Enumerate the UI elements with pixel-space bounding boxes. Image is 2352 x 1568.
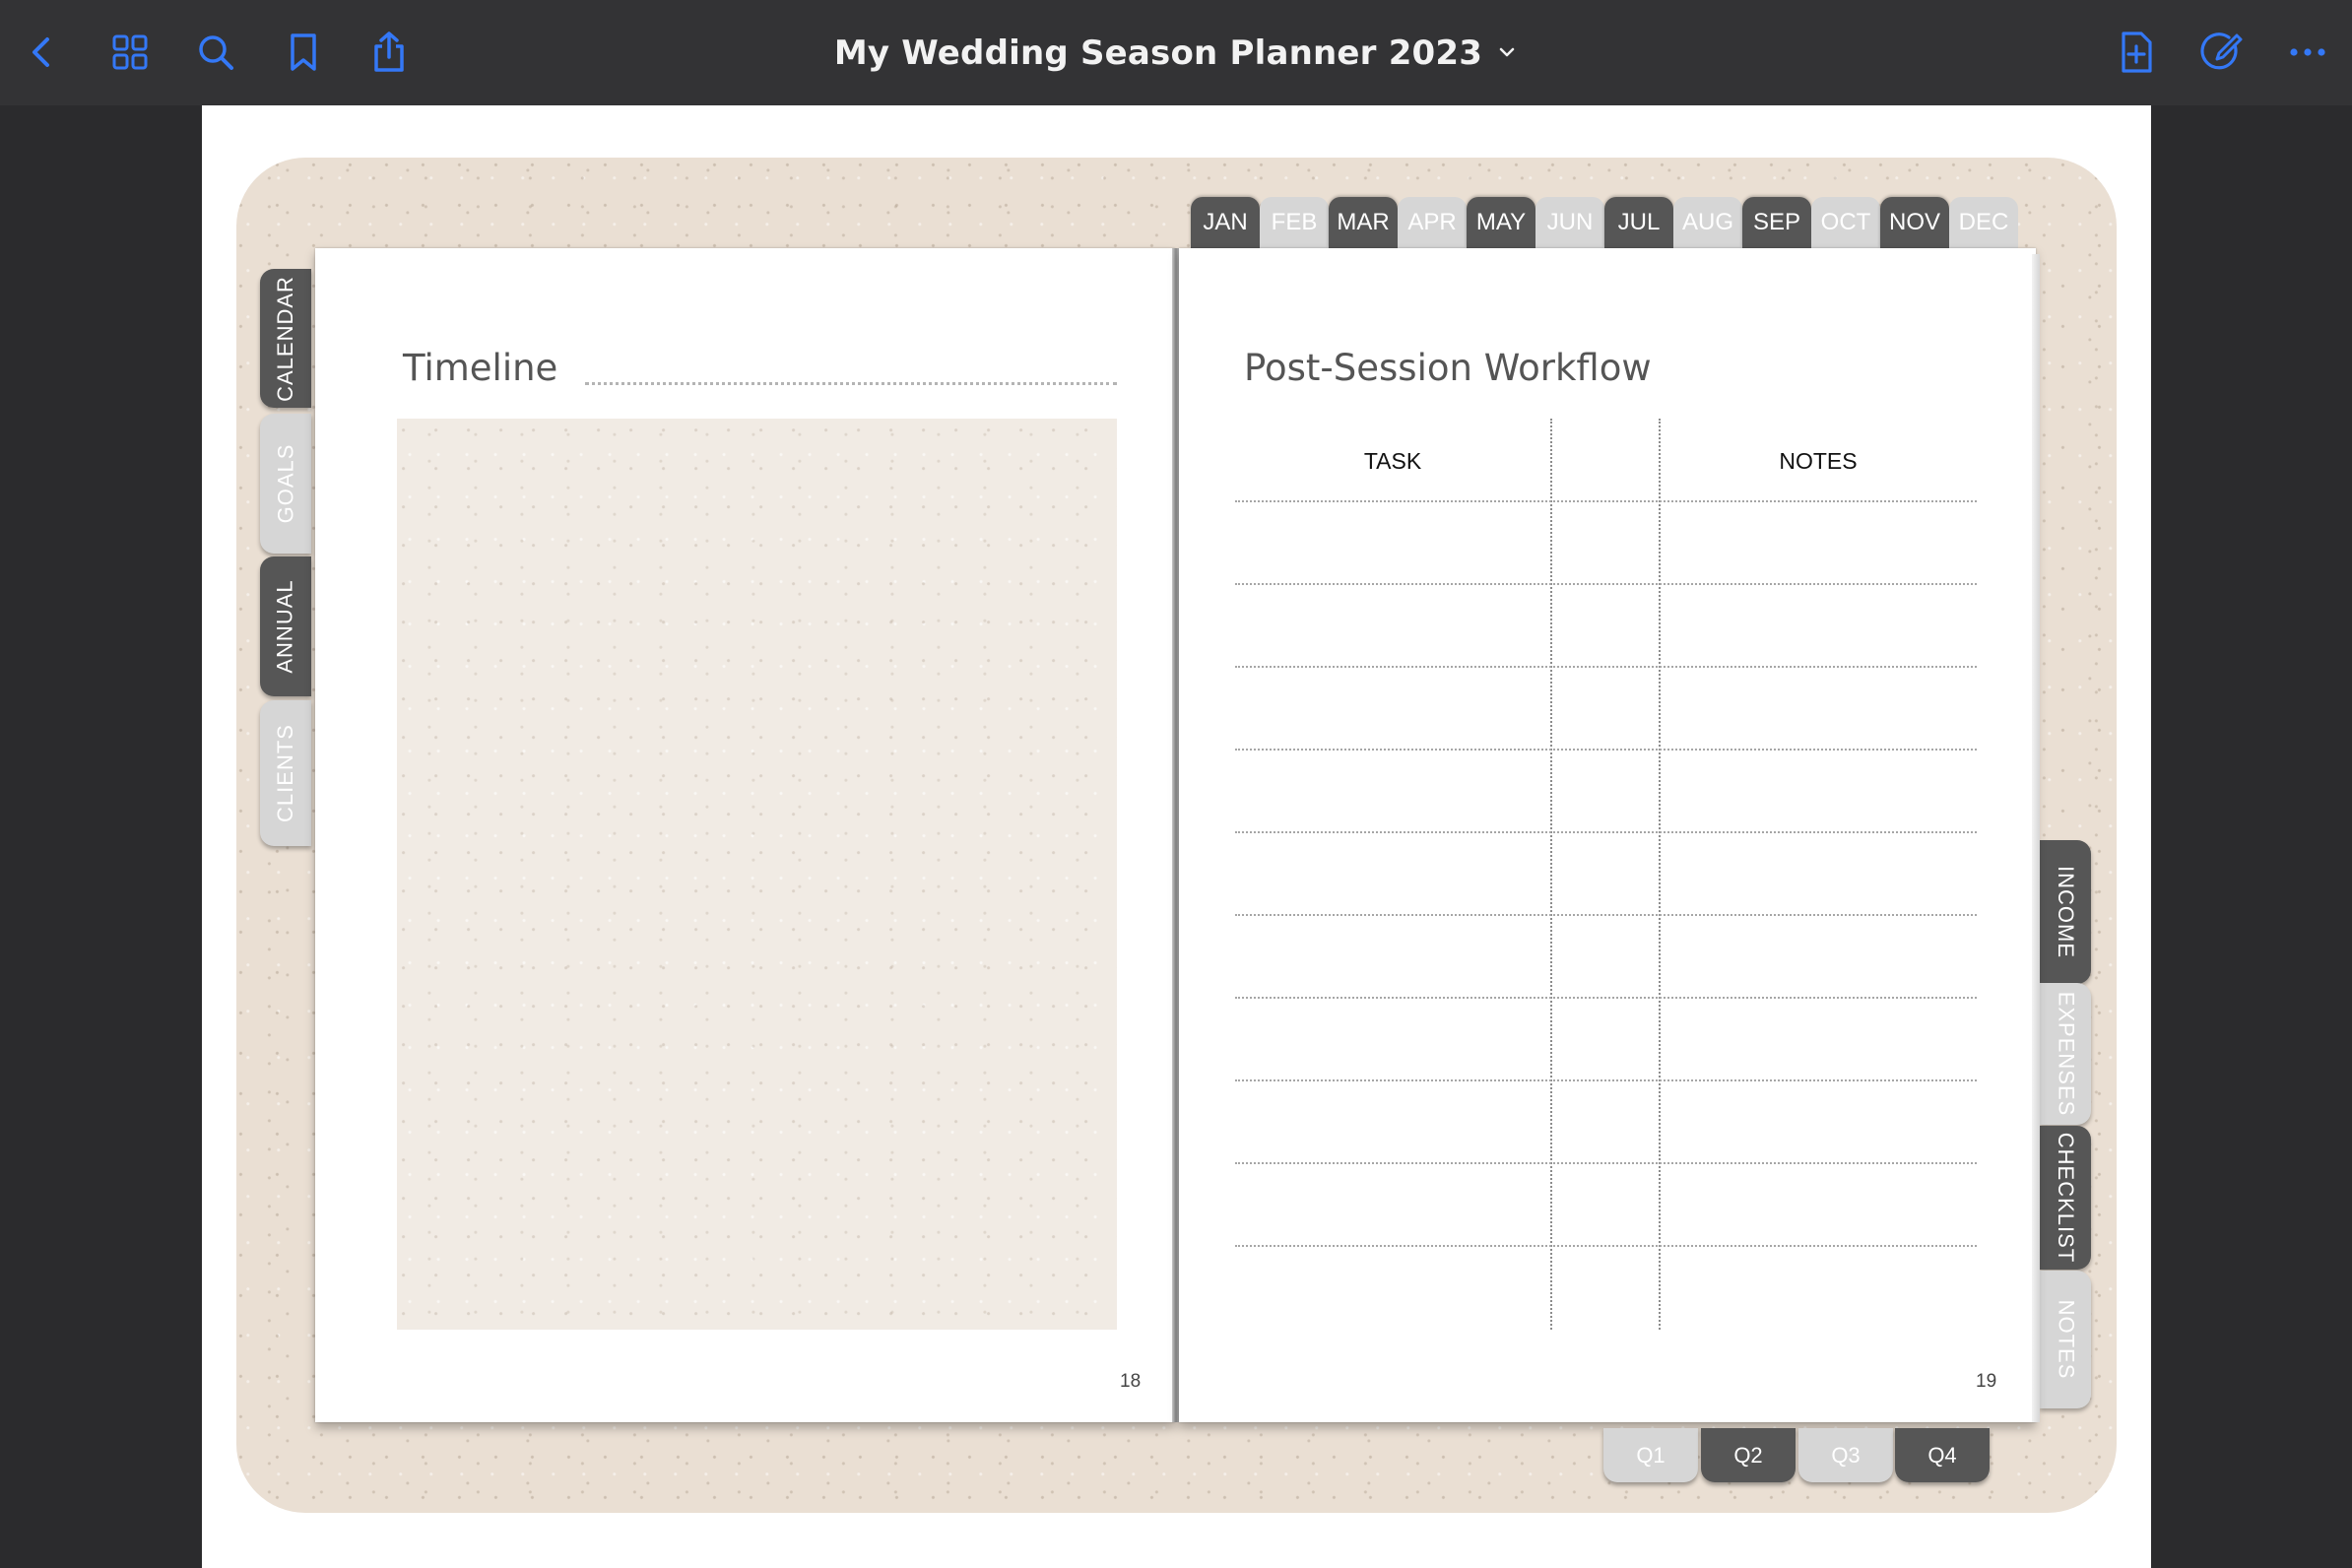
month-tab-nov[interactable]: NOV xyxy=(1880,197,1949,248)
table-row[interactable] xyxy=(1235,997,1977,999)
toolbar: My Wedding Season Planner 2023 xyxy=(0,0,2352,105)
table-row[interactable] xyxy=(1235,583,1977,585)
document-title-area: My Wedding Season Planner 2023 xyxy=(0,0,2352,105)
side-tab-label: CHECKLIST xyxy=(2054,1132,2079,1264)
table-row[interactable] xyxy=(1235,1245,1977,1247)
column-divider xyxy=(1659,419,1661,1330)
page-edge xyxy=(2032,254,2040,1422)
side-tab-calendar[interactable]: CALENDAR xyxy=(260,269,311,408)
edit-icon[interactable] xyxy=(2194,25,2250,80)
timeline-heading: Timeline xyxy=(403,347,558,389)
page-number-left: 18 xyxy=(1120,1371,1142,1392)
table-row[interactable] xyxy=(1235,1079,1977,1081)
heading-dotted-line xyxy=(585,382,1117,385)
document-title-button[interactable]: My Wedding Season Planner 2023 xyxy=(834,33,1518,73)
table-row[interactable] xyxy=(1235,666,1977,668)
month-tab-sep[interactable]: SEP xyxy=(1742,197,1811,248)
share-icon[interactable] xyxy=(361,25,417,80)
side-tab-label: EXPENSES xyxy=(2054,991,2079,1117)
side-tab-label: ANNUAL xyxy=(273,579,297,674)
month-tab-dec[interactable]: DEC xyxy=(1949,197,2018,248)
more-icon[interactable] xyxy=(2280,25,2335,80)
month-tab-jun[interactable]: JUN xyxy=(1535,197,1604,248)
document-title: My Wedding Season Planner 2023 xyxy=(833,33,1483,73)
quarter-tab-q1[interactable]: Q1 xyxy=(1603,1428,1698,1482)
bookmark-icon[interactable] xyxy=(276,25,331,80)
back-icon[interactable] xyxy=(14,25,69,80)
month-tab-may[interactable]: MAY xyxy=(1467,197,1535,248)
month-tab-aug[interactable]: AUG xyxy=(1673,197,1742,248)
workflow-heading: Post-Session Workflow xyxy=(1244,347,1652,389)
quarter-tab-q2[interactable]: Q2 xyxy=(1701,1428,1796,1482)
table-row[interactable] xyxy=(1235,500,1977,502)
add-page-icon[interactable] xyxy=(2109,25,2164,80)
side-tab-goals[interactable]: GOALS xyxy=(260,414,311,554)
quarter-tab-q3[interactable]: Q3 xyxy=(1798,1428,1893,1482)
table-row[interactable] xyxy=(1235,831,1977,833)
grid-icon[interactable] xyxy=(102,25,158,80)
timeline-writing-area[interactable] xyxy=(397,419,1117,1330)
side-tab-label: CALENDAR xyxy=(273,275,297,402)
table-row[interactable] xyxy=(1235,749,1977,751)
page-number-right: 19 xyxy=(1976,1371,1997,1392)
side-tab-label: INCOME xyxy=(2054,866,2078,958)
column-header-notes: NOTES xyxy=(1779,448,1858,474)
table-row[interactable] xyxy=(1235,1162,1977,1164)
side-tab-label: CLIENTS xyxy=(273,724,298,822)
side-tab-checklist[interactable]: CHECKLIST xyxy=(2040,1126,2091,1270)
column-header-task: TASK xyxy=(1363,448,1422,474)
month-tab-apr[interactable]: APR xyxy=(1398,197,1467,248)
month-tab-feb[interactable]: FEB xyxy=(1260,197,1329,248)
month-tab-mar[interactable]: MAR xyxy=(1329,197,1398,248)
table-row[interactable] xyxy=(1235,914,1977,916)
side-tab-notes[interactable]: NOTES xyxy=(2040,1271,2091,1408)
chevron-down-icon xyxy=(1496,37,1518,68)
side-tab-income[interactable]: INCOME xyxy=(2040,840,2091,984)
month-tab-jul[interactable]: JUL xyxy=(1604,197,1673,248)
side-tab-label: GOALS xyxy=(273,443,297,524)
quarter-tab-q4[interactable]: Q4 xyxy=(1895,1428,1990,1482)
side-tab-annual[interactable]: ANNUAL xyxy=(260,556,311,696)
side-tab-clients[interactable]: CLIENTS xyxy=(260,700,311,846)
month-tab-oct[interactable]: OCT xyxy=(1811,197,1880,248)
side-tab-expenses[interactable]: EXPENSES xyxy=(2040,983,2091,1125)
side-tab-label: NOTES xyxy=(2054,1299,2079,1380)
month-tab-jan[interactable]: JAN xyxy=(1191,197,1260,248)
column-divider xyxy=(1550,419,1552,1330)
search-icon[interactable] xyxy=(188,25,243,80)
